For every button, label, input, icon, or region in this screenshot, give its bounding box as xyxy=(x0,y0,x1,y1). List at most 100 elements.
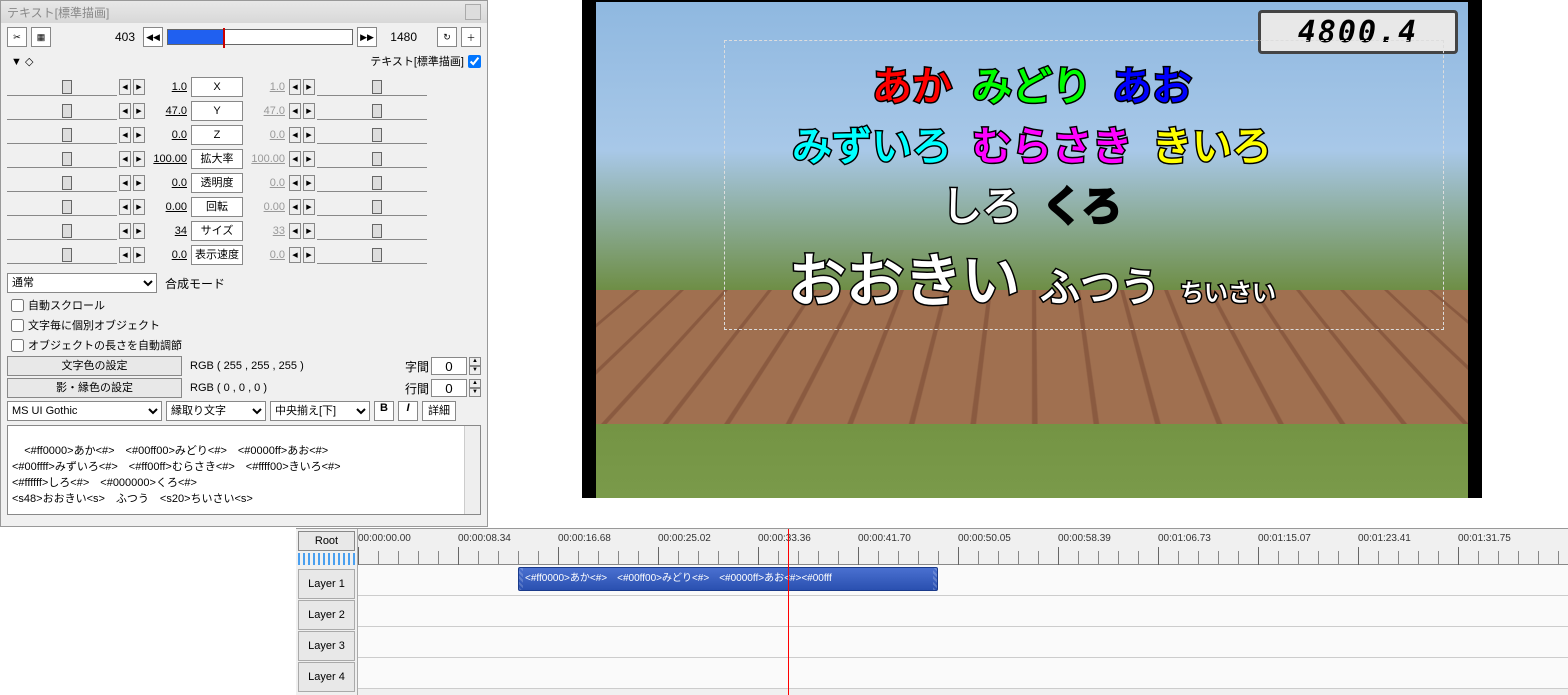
spin-right-icon[interactable]: ▶ xyxy=(303,151,315,167)
auto-scroll-checkbox[interactable] xyxy=(11,299,24,312)
param-label-button[interactable]: 透明度 xyxy=(191,173,243,193)
italic-button[interactable]: I xyxy=(398,401,418,421)
track-row[interactable] xyxy=(358,627,1568,658)
spin-left-icon[interactable]: ◀ xyxy=(119,127,131,143)
line-spacing-input[interactable] xyxy=(431,379,467,397)
param-slider-left[interactable] xyxy=(7,78,117,96)
param-slider-right[interactable] xyxy=(317,198,427,216)
step-back-icon[interactable]: ◀◀ xyxy=(143,27,163,47)
time-ruler[interactable]: 00:00:00.0000:00:08.3400:00:16.6800:00:2… xyxy=(358,529,1568,565)
spin-left-icon[interactable]: ◀ xyxy=(119,103,131,119)
param-slider-right[interactable] xyxy=(317,126,427,144)
track-row[interactable] xyxy=(358,596,1568,627)
spin-left-icon[interactable]: ◀ xyxy=(289,199,301,215)
param-value-right[interactable]: 0.0 xyxy=(245,129,287,141)
spin-left-icon[interactable]: ◀ xyxy=(289,79,301,95)
spin-left-icon[interactable]: ◀ xyxy=(119,247,131,263)
line-spacing-down[interactable]: ▼ xyxy=(469,388,481,397)
spin-left-icon[interactable]: ◀ xyxy=(289,175,301,191)
panel-title-bar[interactable]: テキスト[標準描画] xyxy=(1,1,487,23)
spin-right-icon[interactable]: ▶ xyxy=(303,223,315,239)
object-enabled-checkbox[interactable] xyxy=(468,55,481,68)
align-select[interactable]: 中央揃え[下] xyxy=(270,401,370,421)
param-slider-left[interactable] xyxy=(7,246,117,264)
detail-button[interactable]: 詳細 xyxy=(422,401,456,421)
auto-length-checkbox[interactable] xyxy=(11,339,24,352)
layer-label[interactable]: Layer 2 xyxy=(298,600,355,630)
close-icon[interactable] xyxy=(465,4,481,20)
layer-label[interactable]: Layer 4 xyxy=(298,662,355,692)
param-value-left[interactable]: 0.00 xyxy=(147,201,189,213)
frame-slider[interactable] xyxy=(167,29,353,45)
param-value-right[interactable]: 47.0 xyxy=(245,105,287,117)
spin-left-icon[interactable]: ◀ xyxy=(119,199,131,215)
param-value-left[interactable]: 0.0 xyxy=(147,129,189,141)
spin-right-icon[interactable]: ▶ xyxy=(133,175,145,191)
param-value-right[interactable]: 1.0 xyxy=(245,81,287,93)
line-spacing-up[interactable]: ▲ xyxy=(469,379,481,388)
spin-right-icon[interactable]: ▶ xyxy=(133,103,145,119)
param-value-right[interactable]: 0.00 xyxy=(245,201,287,213)
param-label-button[interactable]: X xyxy=(191,77,243,97)
param-value-left[interactable]: 34 xyxy=(147,225,189,237)
param-slider-right[interactable] xyxy=(317,102,427,120)
param-value-right[interactable]: 100.00 xyxy=(245,153,287,165)
param-value-left[interactable]: 0.0 xyxy=(147,249,189,261)
spin-right-icon[interactable]: ▶ xyxy=(303,199,315,215)
param-label-button[interactable]: Y xyxy=(191,101,243,121)
param-label-button[interactable]: サイズ xyxy=(191,221,243,241)
spin-right-icon[interactable]: ▶ xyxy=(303,175,315,191)
shadow-color-button[interactable]: 影・縁色の設定 xyxy=(7,378,182,398)
triangle-down-icon[interactable]: ▼ ◇ xyxy=(11,55,33,68)
param-slider-left[interactable] xyxy=(7,126,117,144)
param-slider-left[interactable] xyxy=(7,222,117,240)
track-row[interactable]: <#ff0000>あか<#> <#00ff00>みどり<#> <#0000ff>… xyxy=(358,565,1568,596)
spin-left-icon[interactable]: ◀ xyxy=(289,151,301,167)
track-row[interactable] xyxy=(358,658,1568,689)
add-icon[interactable]: ＋ xyxy=(461,27,481,47)
param-value-right[interactable]: 0.0 xyxy=(245,249,287,261)
param-value-right[interactable]: 33 xyxy=(245,225,287,237)
scrollbar[interactable] xyxy=(464,426,480,514)
layer-label[interactable]: Layer 1 xyxy=(298,569,355,599)
per-char-checkbox[interactable] xyxy=(11,319,24,332)
spin-left-icon[interactable]: ◀ xyxy=(289,127,301,143)
param-slider-left[interactable] xyxy=(7,102,117,120)
playhead[interactable] xyxy=(788,529,789,695)
param-value-left[interactable]: 47.0 xyxy=(147,105,189,117)
text-content-area[interactable]: <#ff0000>あか<#> <#00ff00>みどり<#> <#0000ff>… xyxy=(7,425,481,515)
spin-right-icon[interactable]: ▶ xyxy=(133,223,145,239)
spin-left-icon[interactable]: ◀ xyxy=(289,223,301,239)
spin-left-icon[interactable]: ◀ xyxy=(119,223,131,239)
spin-right-icon[interactable]: ▶ xyxy=(133,247,145,263)
spin-right-icon[interactable]: ▶ xyxy=(303,103,315,119)
param-value-left[interactable]: 0.0 xyxy=(147,177,189,189)
timeline-clip[interactable]: <#ff0000>あか<#> <#00ff00>みどり<#> <#0000ff>… xyxy=(518,567,938,591)
preview-canvas[interactable]: 4800.4 あかみどりあおみずいろむらさききいろしろくろおおきいふつうちいさい xyxy=(596,2,1468,498)
bold-button[interactable]: B xyxy=(374,401,394,421)
param-label-button[interactable]: Z xyxy=(191,125,243,145)
param-slider-right[interactable] xyxy=(317,78,427,96)
spin-left-icon[interactable]: ◀ xyxy=(119,79,131,95)
refresh-icon[interactable]: ↻ xyxy=(437,27,457,47)
spin-right-icon[interactable]: ▶ xyxy=(133,79,145,95)
spin-right-icon[interactable]: ▶ xyxy=(303,247,315,263)
outline-select[interactable]: 縁取り文字 xyxy=(166,401,266,421)
spin-left-icon[interactable]: ◀ xyxy=(289,103,301,119)
param-slider-right[interactable] xyxy=(317,150,427,168)
char-spacing-down[interactable]: ▼ xyxy=(469,366,481,375)
spin-right-icon[interactable]: ▶ xyxy=(133,127,145,143)
spin-right-icon[interactable]: ▶ xyxy=(303,127,315,143)
param-label-button[interactable]: 拡大率 xyxy=(191,149,243,169)
param-slider-left[interactable] xyxy=(7,150,117,168)
param-slider-left[interactable] xyxy=(7,174,117,192)
spin-right-icon[interactable]: ▶ xyxy=(303,79,315,95)
scale-strip[interactable] xyxy=(298,553,355,565)
param-slider-right[interactable] xyxy=(317,246,427,264)
spin-left-icon[interactable]: ◀ xyxy=(289,247,301,263)
param-value-left[interactable]: 100.00 xyxy=(147,153,189,165)
font-select[interactable]: MS UI Gothic xyxy=(7,401,162,421)
param-value-left[interactable]: 1.0 xyxy=(147,81,189,93)
spin-left-icon[interactable]: ◀ xyxy=(119,151,131,167)
param-label-button[interactable]: 表示速度 xyxy=(191,245,243,265)
